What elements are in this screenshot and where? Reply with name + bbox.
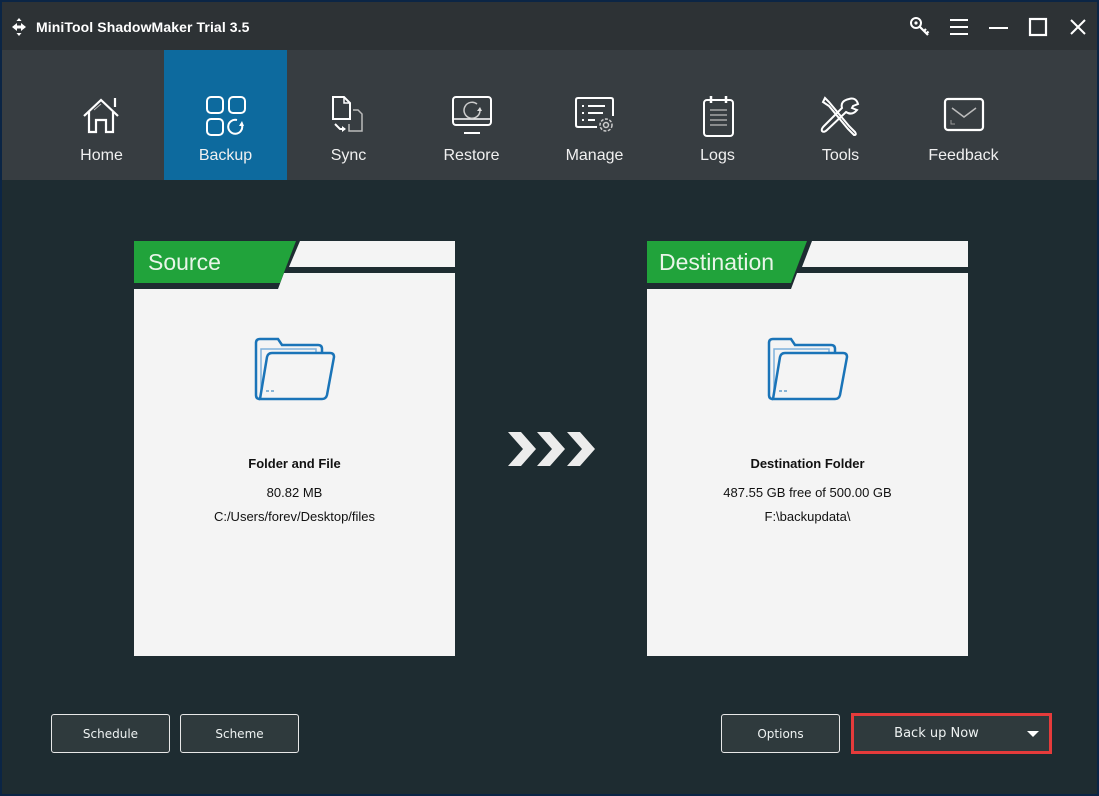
manage-icon — [574, 97, 614, 132]
nav-backup[interactable]: Backup — [164, 50, 287, 180]
nav-tools[interactable]: Tools — [779, 50, 902, 180]
title-bar: MiniTool ShadowMaker Trial 3.5 — [2, 2, 1097, 50]
key-icon — [910, 17, 930, 36]
nav-restore-label: Restore — [443, 147, 500, 164]
maximize-icon — [1028, 17, 1048, 37]
nav-manage[interactable]: Manage — [533, 50, 656, 180]
destination-header-label: Destination — [659, 249, 775, 275]
app-title: MiniTool ShadowMaker Trial 3.5 — [36, 19, 250, 35]
destination-card[interactable]: Destination Destination Folder 487.55 GB… — [647, 241, 968, 656]
scheme-button[interactable]: Scheme — [180, 714, 299, 753]
backup-icon — [205, 96, 246, 136]
nav-logs[interactable]: Logs — [656, 50, 779, 180]
source-header-label: Source — [148, 249, 221, 275]
main-nav: Home Backup Sync Restore Manage Logs Too… — [2, 50, 1097, 180]
destination-path: F:\backupdata\ — [764, 509, 851, 524]
nav-restore[interactable]: Restore — [410, 50, 533, 180]
logs-icon — [702, 96, 734, 137]
dropdown-caret-icon[interactable] — [1027, 731, 1039, 737]
nav-sync[interactable]: Sync — [287, 50, 410, 180]
restore-icon — [451, 96, 492, 134]
app-window: MiniTool ShadowMaker Trial 3.5 Home Back… — [2, 2, 1097, 794]
nav-sync-label: Sync — [330, 147, 367, 164]
tools-icon — [820, 96, 859, 137]
minimize-button[interactable] — [986, 14, 1012, 40]
back-up-now-label: Back up Now — [894, 726, 979, 741]
nav-feedback[interactable]: Feedback — [902, 50, 1025, 180]
source-card[interactable]: Source Folder and File 80.82 MB C:/Users… — [134, 241, 455, 656]
app-logo-icon — [12, 18, 26, 36]
minimize-icon — [989, 27, 1008, 29]
menu-icon — [950, 19, 968, 35]
nav-home[interactable]: Home — [40, 50, 163, 180]
register-key-button[interactable] — [907, 14, 933, 40]
feedback-icon — [943, 97, 984, 132]
options-button[interactable]: Options — [721, 714, 840, 753]
schedule-button[interactable]: Schedule — [51, 714, 170, 753]
nav-tools-label: Tools — [821, 147, 860, 164]
direction-arrows-icon — [508, 432, 595, 466]
source-type: Folder and File — [248, 456, 341, 471]
destination-free-space: 487.55 GB free of 500.00 GB — [723, 485, 892, 500]
home-icon — [82, 98, 119, 134]
nav-feedback-label: Feedback — [928, 147, 999, 164]
maximize-button[interactable] — [1025, 14, 1051, 40]
close-icon — [1070, 19, 1086, 35]
destination-type: Destination Folder — [750, 456, 865, 471]
source-path: C:/Users/forev/Desktop/files — [213, 509, 376, 524]
sync-icon — [331, 96, 363, 132]
back-up-now-button[interactable]: Back up Now — [851, 713, 1052, 754]
source-size: 80.82 MB — [266, 485, 323, 500]
close-button[interactable] — [1065, 14, 1091, 40]
nav-home-label: Home — [80, 147, 123, 164]
nav-logs-label: Logs — [700, 147, 735, 164]
nav-manage-label: Manage — [565, 147, 624, 164]
folder-icon — [767, 337, 848, 401]
menu-button[interactable] — [946, 14, 972, 40]
folder-icon — [254, 337, 335, 401]
nav-backup-label: Backup — [198, 147, 253, 164]
